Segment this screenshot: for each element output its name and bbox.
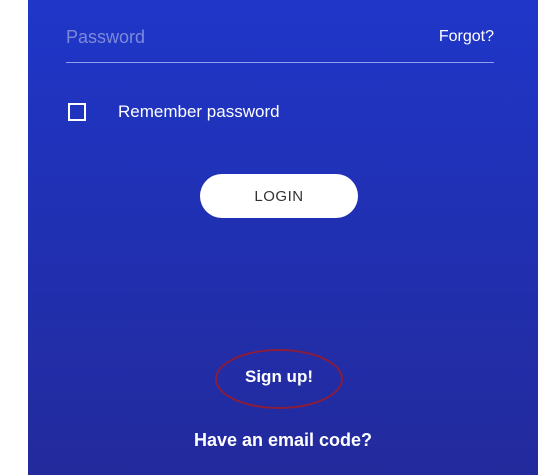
forgot-password-link[interactable]: Forgot? (439, 28, 494, 46)
remember-password-checkbox[interactable] (68, 103, 86, 121)
email-code-link[interactable]: Have an email code? (28, 430, 538, 451)
login-screen: Forgot? Remember password LOGIN Sign up!… (28, 0, 538, 475)
signup-area: Sign up! (215, 349, 343, 409)
signup-link[interactable]: Sign up! (215, 367, 343, 387)
password-field[interactable]: Forgot? (66, 14, 494, 63)
login-button[interactable]: LOGIN (200, 174, 358, 218)
password-input[interactable] (66, 22, 386, 52)
remember-password-label: Remember password (118, 102, 280, 121)
remember-password-row[interactable]: Remember password (68, 100, 280, 124)
